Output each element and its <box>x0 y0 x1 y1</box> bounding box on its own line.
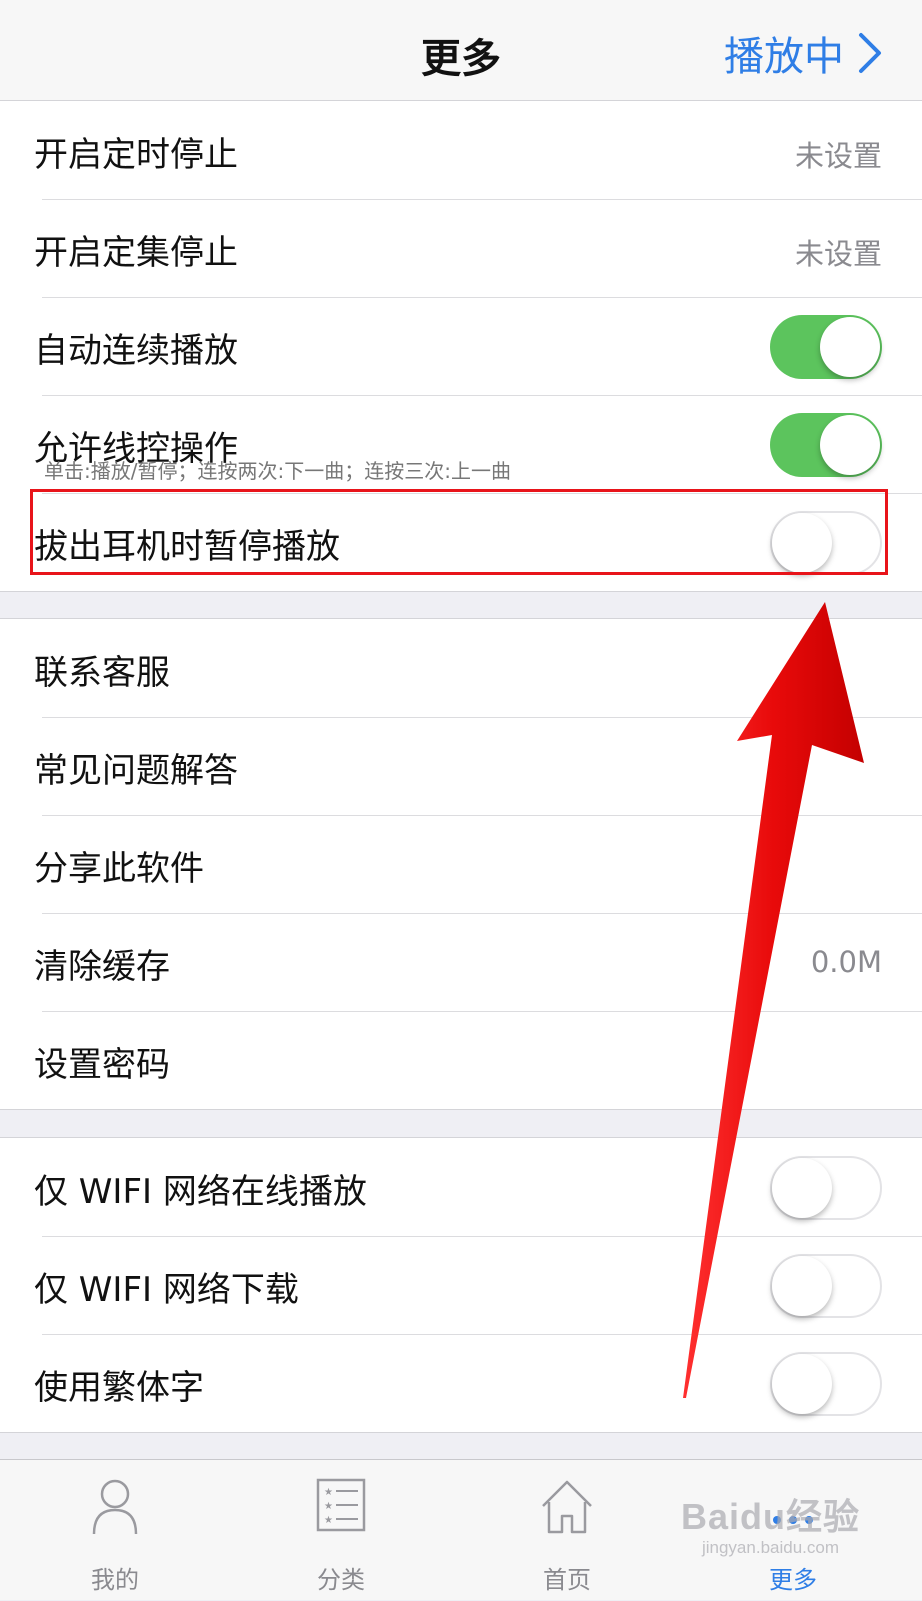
episode-stop-row[interactable]: 开启定集停止 未设置 <box>0 199 922 297</box>
network-group: 仅 WIFI 网络在线播放 仅 WIFI 网络下载 使用繁体字 <box>0 1137 922 1433</box>
wifi-only-stream-toggle[interactable] <box>770 1156 882 1220</box>
tab-home[interactable]: 首页 <box>452 1460 682 1601</box>
toggle-knob <box>820 317 880 377</box>
support-group: 联系客服 常见问题解答 分享此软件 清除缓存 0.0M 设置密码 <box>0 618 922 1110</box>
tab-label: 更多 <box>769 1566 817 1594</box>
tab-mine[interactable]: 我的 <box>0 1460 230 1601</box>
tab-label: 首页 <box>543 1566 591 1594</box>
row-label: 仅 WIFI 网络下载 <box>34 1270 299 1310</box>
tab-label: 分类 <box>317 1566 365 1594</box>
row-label: 拔出耳机时暂停播放 <box>34 527 340 567</box>
toggle-knob <box>772 1158 832 1218</box>
autoplay-toggle[interactable] <box>770 315 882 379</box>
sleep-timer-row[interactable]: 开启定时停止 未设置 <box>0 101 922 199</box>
cache-size-value: 0.0M <box>810 945 882 979</box>
row-label: 仅 WIFI 网络在线播放 <box>34 1172 367 1212</box>
now-playing-button[interactable]: 播放中 <box>724 24 882 82</box>
set-password-row[interactable]: 设置密码 <box>0 1011 922 1109</box>
share-app-row[interactable]: 分享此软件 <box>0 815 922 913</box>
row-label: 设置密码 <box>34 1045 170 1085</box>
wifi-only-download-row: 仅 WIFI 网络下载 <box>0 1236 922 1334</box>
list-icon: ★ ★ ★ <box>316 1478 366 1532</box>
row-value: 未设置 <box>794 237 882 271</box>
traditional-chinese-toggle[interactable] <box>770 1352 882 1416</box>
remote-control-row: 允许线控操作 单击:播放/暂停；连按两次:下一曲；连按三次:上一曲 <box>0 395 922 493</box>
row-label: 使用繁体字 <box>34 1368 204 1408</box>
traditional-chinese-row: 使用繁体字 <box>0 1334 922 1432</box>
row-label: 常见问题解答 <box>34 751 238 791</box>
row-label: 开启定时停止 <box>34 135 238 175</box>
svg-text:★: ★ <box>324 1501 333 1512</box>
person-icon <box>92 1479 138 1535</box>
navigation-bar: 更多 播放中 <box>0 0 922 101</box>
watermark-main: Baidu经验 <box>680 1496 860 1537</box>
svg-text:★: ★ <box>324 1515 333 1526</box>
unplug-pause-toggle[interactable] <box>770 511 882 575</box>
tab-category[interactable]: ★ ★ ★ 分类 <box>226 1460 456 1601</box>
watermark-sub: jingyan.baidu.com <box>701 1538 839 1557</box>
toggle-knob <box>772 513 832 573</box>
toggle-knob <box>820 415 880 475</box>
row-label: 清除缓存 <box>34 947 170 987</box>
wifi-only-stream-row: 仅 WIFI 网络在线播放 <box>0 1138 922 1236</box>
now-playing-label: 播放中 <box>724 34 844 80</box>
row-label: 分享此软件 <box>34 849 204 889</box>
home-icon <box>542 1480 592 1534</box>
contact-support-row[interactable]: 联系客服 <box>0 619 922 717</box>
row-subtitle: 单击:播放/暂停；连按两次:下一曲；连按三次:上一曲 <box>44 459 511 483</box>
row-label: 联系客服 <box>34 653 170 693</box>
baidu-watermark: Baidu经验 jingyan.baidu.com <box>681 1488 860 1558</box>
clear-cache-row[interactable]: 清除缓存 0.0M <box>0 913 922 1011</box>
toggle-knob <box>772 1354 832 1414</box>
row-label: 开启定集停止 <box>34 233 238 273</box>
row-label: 自动连续播放 <box>34 331 238 371</box>
wifi-only-download-toggle[interactable] <box>770 1254 882 1318</box>
autoplay-row: 自动连续播放 <box>0 297 922 395</box>
chevron-right-icon <box>859 33 881 73</box>
unplug-pause-row: 拔出耳机时暂停播放 <box>0 493 922 591</box>
row-value: 未设置 <box>794 139 882 173</box>
playback-settings-group: 开启定时停止 未设置 开启定集停止 未设置 自动连续播放 允许线控操作 单击:播… <box>0 100 922 592</box>
svg-text:★: ★ <box>324 1487 333 1498</box>
faq-row[interactable]: 常见问题解答 <box>0 717 922 815</box>
toggle-knob <box>772 1256 832 1316</box>
tab-label: 我的 <box>91 1566 139 1594</box>
remote-control-toggle[interactable] <box>770 413 882 477</box>
